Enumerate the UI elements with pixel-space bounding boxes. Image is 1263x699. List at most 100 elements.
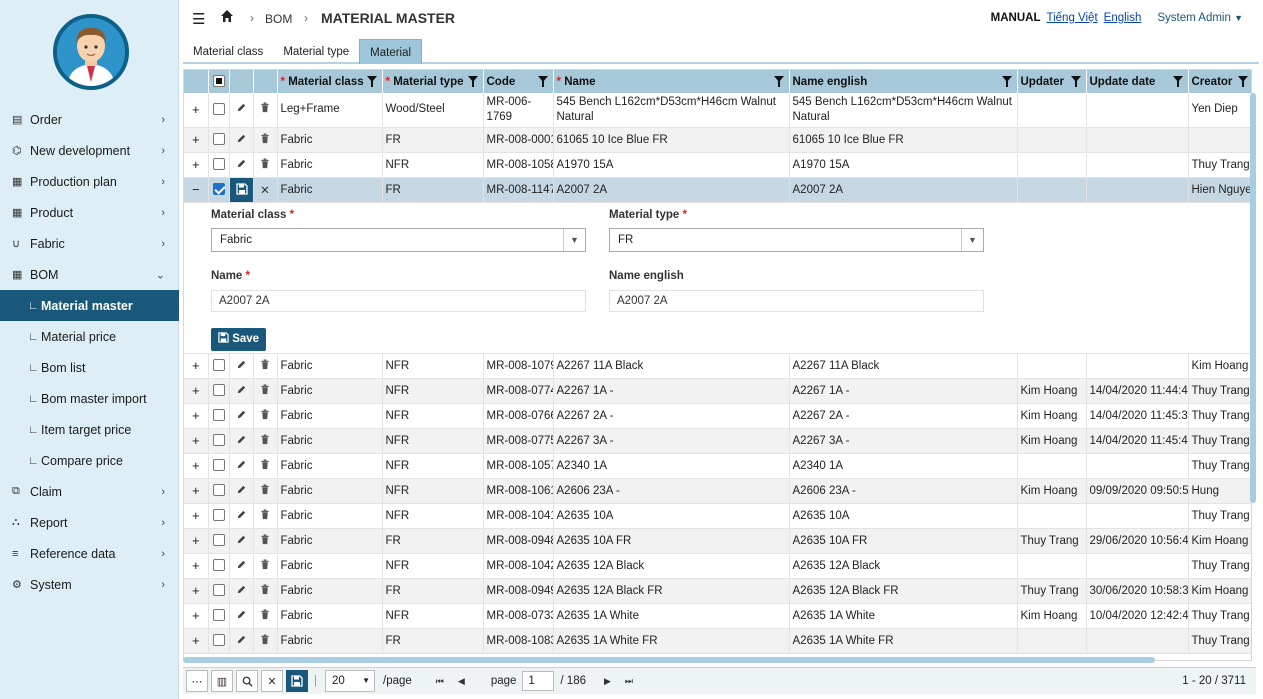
row-checkbox[interactable] — [212, 459, 225, 472]
row-checkbox[interactable] — [212, 384, 225, 397]
tab-material-type[interactable]: Material type — [273, 39, 359, 64]
table-row[interactable]: + Fabric FR MR-008-1083 A2635 1A White FR A26… — [184, 628, 1251, 654]
delete-icon[interactable] — [253, 553, 278, 579]
page-input[interactable]: 1 — [522, 671, 555, 691]
row-checkbox[interactable] — [212, 609, 225, 622]
table-row[interactable]: + Fabric NFR MR-008-1079 A2267 11A Black A226… — [184, 353, 1251, 379]
filter-icon[interactable] — [366, 76, 377, 87]
table-row[interactable]: + Fabric FR MR-008-0948 A2635 10A FR A2635 10… — [184, 528, 1251, 554]
sidebar-subitem-compare-price[interactable]: ∟ Compare price — [0, 445, 179, 476]
user-menu[interactable]: System Admin ▼ — [1157, 12, 1243, 24]
clear-button[interactable]: ✕ — [261, 670, 283, 692]
row-checkbox[interactable] — [212, 584, 225, 597]
row-checkbox-cell[interactable] — [208, 353, 230, 379]
sidebar-subitem-bom-master-import[interactable]: ∟ Bom master import — [0, 383, 179, 414]
edit-icon[interactable] — [229, 528, 254, 554]
delete-icon[interactable] — [253, 503, 278, 529]
row-checkbox[interactable] — [212, 359, 225, 372]
tab-material[interactable]: Material — [359, 39, 423, 64]
table-row[interactable]: + Fabric NFR MR-008-1042 A2635 12A Black A263… — [184, 553, 1251, 579]
table-row[interactable]: + Fabric NFR MR-008-1058 A1970 15A A1970 15A T… — [184, 152, 1251, 178]
row-checkbox[interactable] — [212, 158, 225, 171]
edit-icon[interactable] — [229, 578, 254, 604]
header-name[interactable]: * Name — [553, 70, 790, 93]
row-checkbox-cell[interactable] — [208, 177, 230, 203]
table-row[interactable]: + Fabric NFR MR-008-0733 A2635 1A White A2635… — [184, 603, 1251, 629]
delete-icon[interactable] — [253, 603, 278, 629]
expand-row-icon[interactable]: + — [184, 453, 209, 479]
row-checkbox-cell[interactable] — [208, 478, 230, 504]
header-material-type[interactable]: * Material type — [382, 70, 484, 93]
filter-icon[interactable] — [1001, 76, 1012, 87]
header-update-date[interactable]: Update date — [1086, 70, 1189, 93]
lang-en-link[interactable]: English — [1104, 12, 1142, 24]
row-checkbox-cell[interactable] — [208, 603, 230, 629]
columns-button[interactable]: ▥ — [211, 670, 233, 692]
row-checkbox-cell[interactable] — [208, 553, 230, 579]
edit-icon[interactable] — [229, 553, 254, 579]
table-row[interactable]: + Fabric FR MR-008-0949 A2635 12A Black FR A2… — [184, 578, 1251, 604]
table-row[interactable]: + Fabric NFR MR-008-1061 A2606 23A - A2606 23… — [184, 478, 1251, 504]
expand-row-icon[interactable]: + — [184, 503, 209, 529]
sidebar-item-bom[interactable]: ▦ BOM ⌄ — [0, 259, 179, 290]
row-checkbox[interactable] — [212, 183, 225, 196]
delete-icon[interactable] — [253, 628, 278, 654]
delete-icon[interactable] — [253, 578, 278, 604]
dropdown-arrow-icon[interactable]: ▼ — [961, 228, 983, 251]
breadcrumb-item-bom[interactable]: BOM — [265, 12, 292, 26]
lang-vi-link[interactable]: Tiếng Việt — [1047, 12, 1098, 24]
delete-icon[interactable] — [253, 353, 278, 379]
header-name-english[interactable]: Name english — [789, 70, 1018, 93]
sidebar-item-order[interactable]: ▤ Order › — [0, 104, 179, 135]
row-checkbox-cell[interactable] — [208, 453, 230, 479]
collapse-row-icon[interactable]: − — [184, 177, 209, 203]
edit-icon[interactable] — [229, 603, 254, 629]
vertical-scrollbar[interactable] — [1250, 93, 1256, 503]
dropdown-arrow-icon[interactable]: ▼ — [563, 228, 585, 251]
row-checkbox-cell[interactable] — [208, 378, 230, 404]
expand-row-icon[interactable]: + — [184, 578, 209, 604]
sidebar-item-product[interactable]: ▦ Product › — [0, 197, 179, 228]
save-icon[interactable] — [229, 177, 252, 201]
delete-icon[interactable] — [253, 403, 278, 429]
next-page-icon[interactable]: ▶ — [604, 676, 611, 687]
save-button[interactable]: Save — [211, 327, 267, 351]
material-type-select[interactable]: FR ▼ — [609, 227, 984, 252]
row-checkbox-cell[interactable] — [208, 152, 230, 178]
expand-row-icon[interactable]: + — [184, 403, 209, 429]
select-all-checkbox[interactable] — [212, 75, 225, 88]
row-checkbox-cell[interactable] — [208, 428, 230, 454]
expand-row-icon[interactable]: + — [184, 93, 209, 128]
cancel-edit-icon[interactable]: ✕ — [253, 177, 278, 203]
sidebar-subitem-material-price[interactable]: ∟ Material price — [0, 321, 179, 352]
delete-icon[interactable] — [253, 127, 278, 153]
expand-row-icon[interactable]: + — [184, 378, 209, 404]
manual-link[interactable]: MANUAL — [991, 12, 1041, 24]
filter-icon[interactable] — [1237, 76, 1248, 87]
row-checkbox-cell[interactable] — [208, 528, 230, 554]
row-checkbox[interactable] — [212, 534, 225, 547]
row-checkbox-cell[interactable] — [208, 403, 230, 429]
filter-icon[interactable] — [537, 76, 548, 87]
header-creator[interactable]: Creator — [1188, 70, 1251, 93]
tab-material-class[interactable]: Material class — [183, 39, 273, 64]
home-icon[interactable] — [220, 9, 234, 26]
expand-row-icon[interactable]: + — [184, 353, 209, 379]
filter-icon[interactable] — [467, 76, 478, 87]
table-row[interactable]: + Fabric FR MR-008-0001 61065 10 Ice Blue FR… — [184, 127, 1251, 153]
sidebar-item-reference-data[interactable]: ≡ Reference data › — [0, 538, 179, 569]
edit-icon[interactable] — [229, 93, 254, 128]
edit-icon[interactable] — [229, 453, 254, 479]
delete-icon[interactable] — [253, 478, 278, 504]
edit-icon[interactable] — [229, 378, 254, 404]
search-button[interactable] — [236, 670, 258, 692]
edit-icon[interactable] — [229, 127, 254, 153]
sidebar-item-report[interactable]: ⛬ Report › — [0, 507, 179, 538]
name-english-input[interactable]: A2007 2A — [609, 289, 984, 312]
delete-icon[interactable] — [253, 453, 278, 479]
edit-icon[interactable] — [229, 503, 254, 529]
delete-icon[interactable] — [253, 428, 278, 454]
expand-row-icon[interactable]: + — [184, 127, 209, 153]
table-row[interactable]: + Fabric NFR MR-008-0775 A2267 3A - A2267 3A … — [184, 428, 1251, 454]
delete-icon[interactable] — [253, 528, 278, 554]
